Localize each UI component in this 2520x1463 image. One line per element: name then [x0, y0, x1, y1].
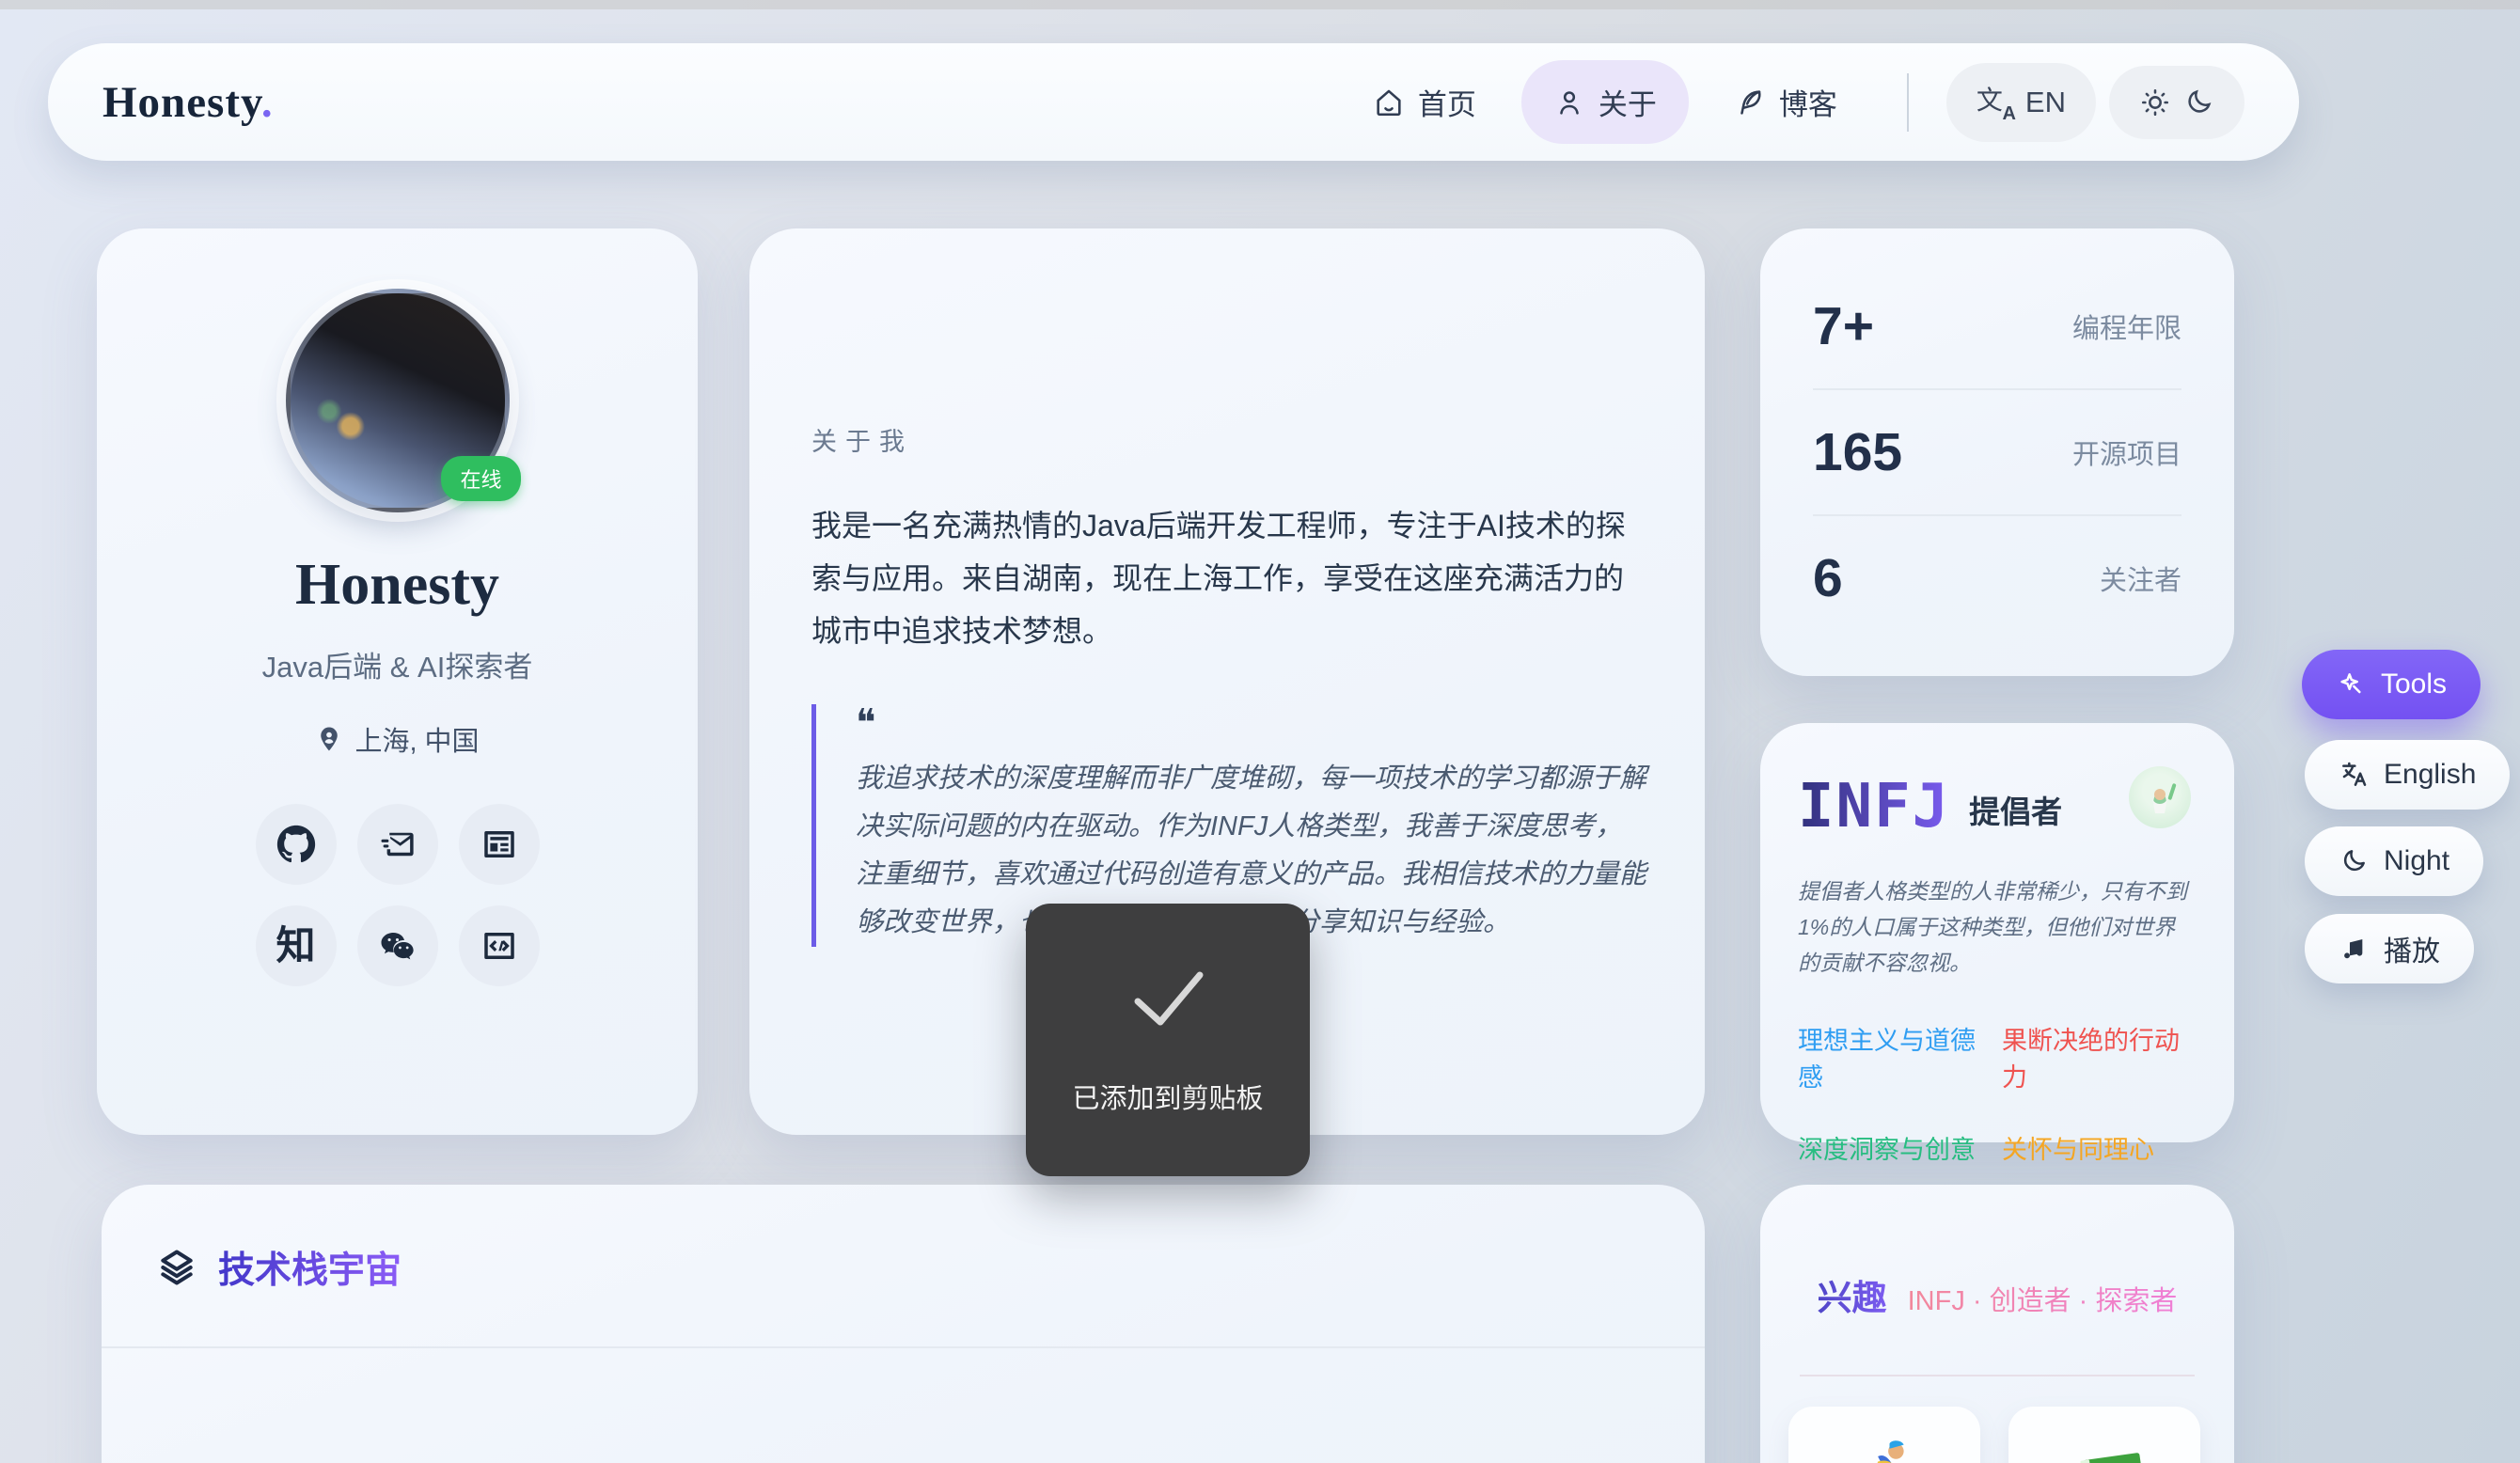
github-icon — [276, 825, 316, 864]
stat-row-followers: 6 关注者 — [1813, 516, 2181, 640]
stat-row-open-source: 165 开源项目 — [1813, 390, 2181, 514]
trait-empathy: 关怀与同理心 — [2002, 1129, 2197, 1166]
online-status-badge: 在线 — [441, 456, 520, 501]
stats-card: 7+ 编程年限 165 开源项目 6 关注者 — [1760, 228, 2234, 676]
nav-item-about[interactable]: 关于 — [1521, 60, 1689, 144]
books-icon — [2053, 1436, 2156, 1463]
sparkle-wand-icon — [2336, 669, 2366, 700]
tech-word-cloud: Spring Security MyBatis Hexo Postgresql … — [102, 1348, 1705, 1463]
profile-location: 上海, 中国 — [315, 719, 479, 759]
theme-toggle[interactable] — [2109, 66, 2244, 139]
mbti-description: 提倡者人格类型的人非常稀少，只有不到1%的人口属于这种类型，但他们对世界的贡献不… — [1798, 873, 2197, 981]
play-music-button[interactable]: 播放 — [2305, 914, 2474, 983]
sun-icon — [2139, 87, 2171, 118]
mbti-type: INFJ — [1798, 772, 1950, 842]
user-icon — [1553, 87, 1585, 118]
email-send-icon — [378, 825, 417, 864]
cycling-icon — [1833, 1436, 1936, 1463]
interest-tile-cycling[interactable] — [1788, 1407, 1980, 1463]
interests-title: 兴趣 — [1818, 1269, 1887, 1320]
wechat-icon — [378, 926, 417, 966]
about-intro-text: 我是一名充满热情的Java后端开发工程师，专注于AI技术的探索与应用。来自湖南，… — [811, 499, 1648, 657]
trait-decisive: 果断决绝的行动力 — [2002, 1020, 2197, 1093]
tech-stack-title: 技术栈宇宙 — [218, 1241, 402, 1294]
stat-label: 开源项目 — [2072, 433, 2181, 472]
feather-icon — [1734, 87, 1766, 118]
profile-card: 在线 Honesty Java后端 & AI探索者 上海, 中国 知 — [97, 228, 698, 1135]
zhihu-link[interactable]: 知 — [256, 905, 337, 986]
interest-tiles — [1760, 1376, 2234, 1463]
blog-link[interactable] — [459, 804, 540, 885]
home-icon — [1373, 87, 1405, 118]
checkmark-icon — [1121, 962, 1215, 1033]
stat-label: 编程年限 — [2072, 307, 2181, 346]
trait-idealism: 理想主义与道德感 — [1798, 1020, 1992, 1093]
email-link[interactable] — [357, 804, 438, 885]
github-link[interactable] — [256, 804, 337, 885]
profile-role: Java后端 & AI探索者 — [262, 643, 533, 685]
code-link[interactable] — [459, 905, 540, 986]
wechat-link[interactable] — [357, 905, 438, 986]
advocate-avatar — [2129, 766, 2191, 828]
translate-icon — [2339, 760, 2369, 790]
wizard-icon — [2129, 766, 2191, 828]
tech-stack-card: 技术栈宇宙 Spring Security MyBatis Hexo Postg… — [102, 1185, 1705, 1463]
trait-insight: 深度洞察与创意 — [1798, 1129, 1992, 1166]
translate-icon: 文A — [1977, 84, 2014, 121]
stat-value: 165 — [1813, 421, 1902, 483]
location-pin-icon — [315, 725, 343, 753]
moon-icon — [2339, 846, 2369, 876]
play-music-label: 播放 — [2384, 928, 2440, 969]
language-switch-button[interactable]: English — [2305, 740, 2510, 810]
nav-menu: 首页 关于 博客 文A EN — [1341, 60, 2244, 144]
language-label: EN — [2025, 86, 2066, 119]
interests-card: 兴趣 INFJ · 创造者 · 探索者 — [1760, 1185, 2234, 1463]
page: Honesty. 首页 关于 博客 文A EN — [0, 0, 2520, 1463]
navbar: Honesty. 首页 关于 博客 文A EN — [48, 43, 2299, 161]
language-toggle[interactable]: 文A EN — [1946, 63, 2096, 142]
nav-item-label: 博客 — [1779, 81, 1837, 123]
music-note-icon — [2339, 934, 2369, 964]
tools-label: Tools — [2381, 669, 2447, 700]
nav-item-blog[interactable]: 博客 — [1702, 60, 1869, 144]
interests-subtitle: INFJ · 创造者 · 探索者 — [1908, 1279, 2178, 1318]
site-logo[interactable]: Honesty. — [102, 77, 274, 128]
stat-label: 关注者 — [2100, 558, 2181, 598]
stat-value: 6 — [1813, 547, 1843, 609]
newspaper-icon — [480, 825, 519, 864]
interest-tile-reading[interactable] — [2008, 1407, 2200, 1463]
moon-icon — [2182, 87, 2214, 118]
mbti-traits: 理想主义与道德感 果断决绝的行动力 深度洞察与创意 关怀与同理心 — [1798, 1020, 2197, 1166]
quote-mark-icon: ❝ — [856, 704, 1648, 742]
nav-item-label: 首页 — [1418, 81, 1476, 123]
mbti-card: INFJ 提倡者 提倡者人格类型的人非常稀少，只有不到1%的人口属于这种类型，但… — [1760, 723, 2234, 1142]
profile-name: Honesty — [295, 552, 499, 619]
tools-button[interactable]: Tools — [2302, 650, 2481, 719]
stat-row-coding-years: 7+ 编程年限 — [1813, 264, 2181, 388]
night-mode-label: Night — [2384, 845, 2449, 877]
clipboard-toast: 已添加到剪贴板 — [1026, 904, 1310, 1176]
zhihu-icon: 知 — [276, 926, 315, 966]
social-links: 知 — [256, 804, 540, 986]
logo-dot: . — [261, 78, 274, 127]
stat-value: 7+ — [1813, 295, 1874, 357]
mbti-type-label: 提倡者 — [1969, 787, 2062, 832]
nav-item-home[interactable]: 首页 — [1341, 60, 1508, 144]
toast-message: 已添加到剪贴板 — [1072, 1077, 1263, 1116]
language-switch-label: English — [2384, 759, 2476, 791]
nav-divider — [1907, 73, 1909, 132]
night-mode-button[interactable]: Night — [2305, 826, 2483, 896]
code-icon — [480, 926, 519, 966]
about-section-label: 关于我 — [811, 421, 1643, 458]
layers-icon — [156, 1247, 197, 1288]
nav-item-label: 关于 — [1599, 81, 1657, 123]
